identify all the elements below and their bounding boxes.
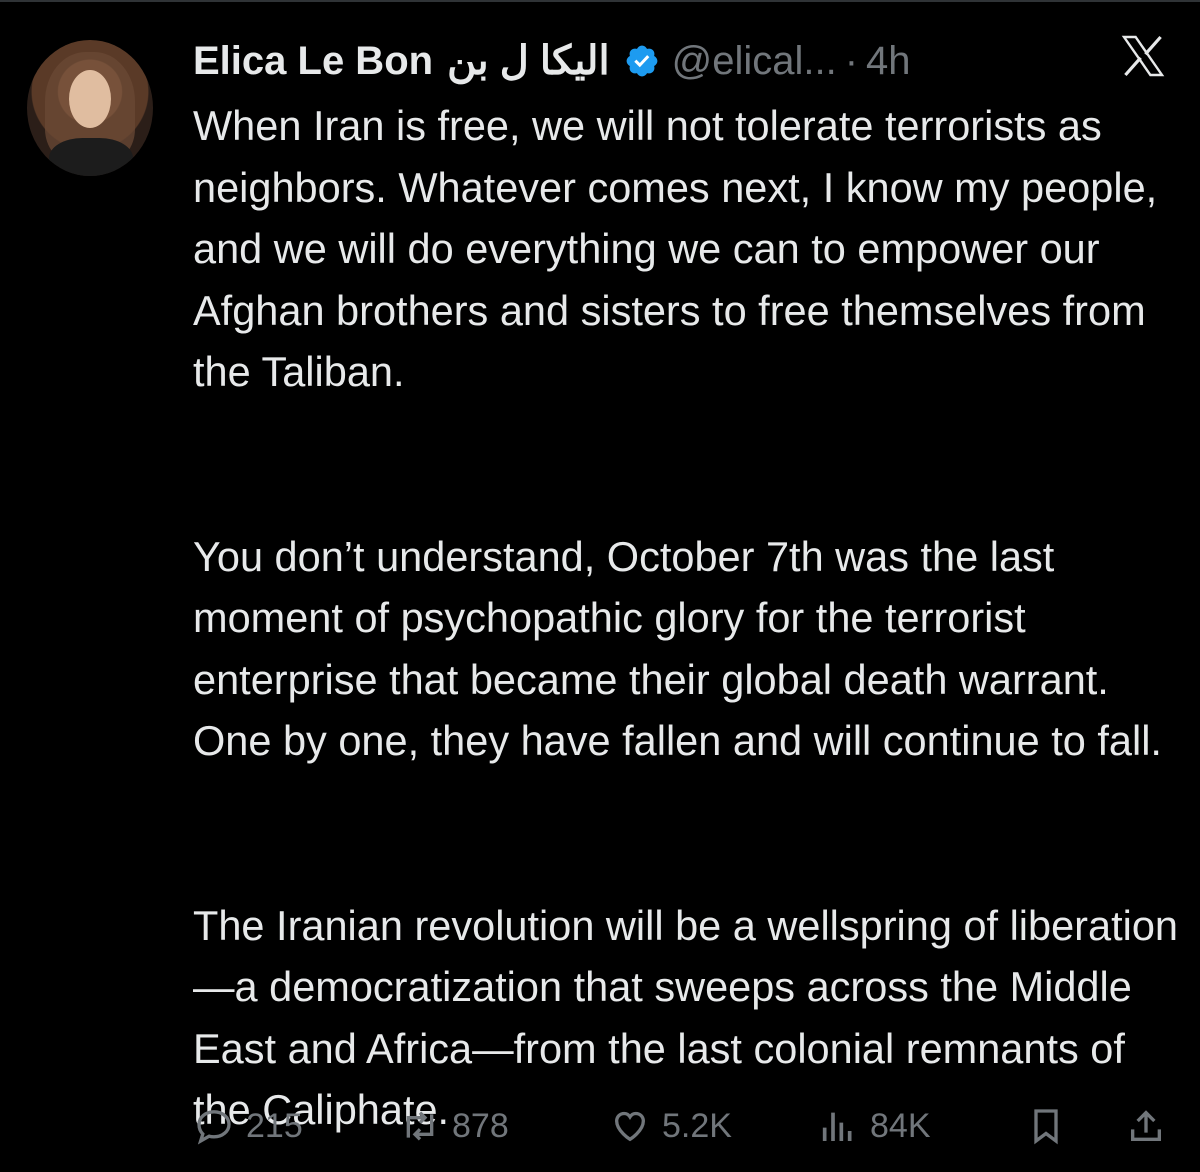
like-icon: [614, 1111, 646, 1142]
repost-count: 878: [452, 1106, 509, 1145]
author-handle[interactable]: @elical...: [672, 39, 837, 84]
tweet-text: When Iran is free, we will not tolerate …: [193, 95, 1183, 1141]
repost-button[interactable]: 878: [400, 1100, 509, 1152]
tweet-time[interactable]: 4h: [866, 39, 911, 84]
avatar[interactable]: [27, 40, 153, 176]
reply-icon: [197, 1110, 231, 1145]
bookmark-button[interactable]: [1026, 1100, 1066, 1152]
author-name-arabic[interactable]: اليكا ل بن: [447, 38, 610, 84]
reply-button[interactable]: 215: [194, 1100, 303, 1152]
header-separator: ·: [844, 38, 859, 83]
tweet-header: Elica Le Bon اليكا ل بن @elical... · 4h: [193, 36, 911, 86]
like-button[interactable]: 5.2K: [610, 1100, 732, 1152]
tweet-paragraph-2: You don’t understand, October 7th was th…: [193, 532, 1162, 765]
views-count: 84K: [870, 1106, 931, 1145]
like-count: 5.2K: [662, 1106, 732, 1145]
share-button[interactable]: [1126, 1100, 1166, 1152]
verified-badge-icon: [626, 45, 657, 77]
action-bar: 215 878 5.2K 84K: [0, 1100, 1200, 1152]
x-logo-icon: [1121, 35, 1165, 77]
views-button[interactable]: 84K: [818, 1100, 931, 1152]
share-icon: [1131, 1110, 1161, 1141]
tweet-paragraph-1: When Iran is free, we will not tolerate …: [193, 102, 1158, 395]
repost-icon: [406, 1111, 434, 1141]
top-divider: [0, 0, 1200, 2]
reply-count: 215: [246, 1106, 303, 1145]
views-icon: [822, 1112, 852, 1141]
bookmark-icon: [1034, 1109, 1058, 1145]
author-name[interactable]: Elica Le Bon: [193, 39, 433, 84]
